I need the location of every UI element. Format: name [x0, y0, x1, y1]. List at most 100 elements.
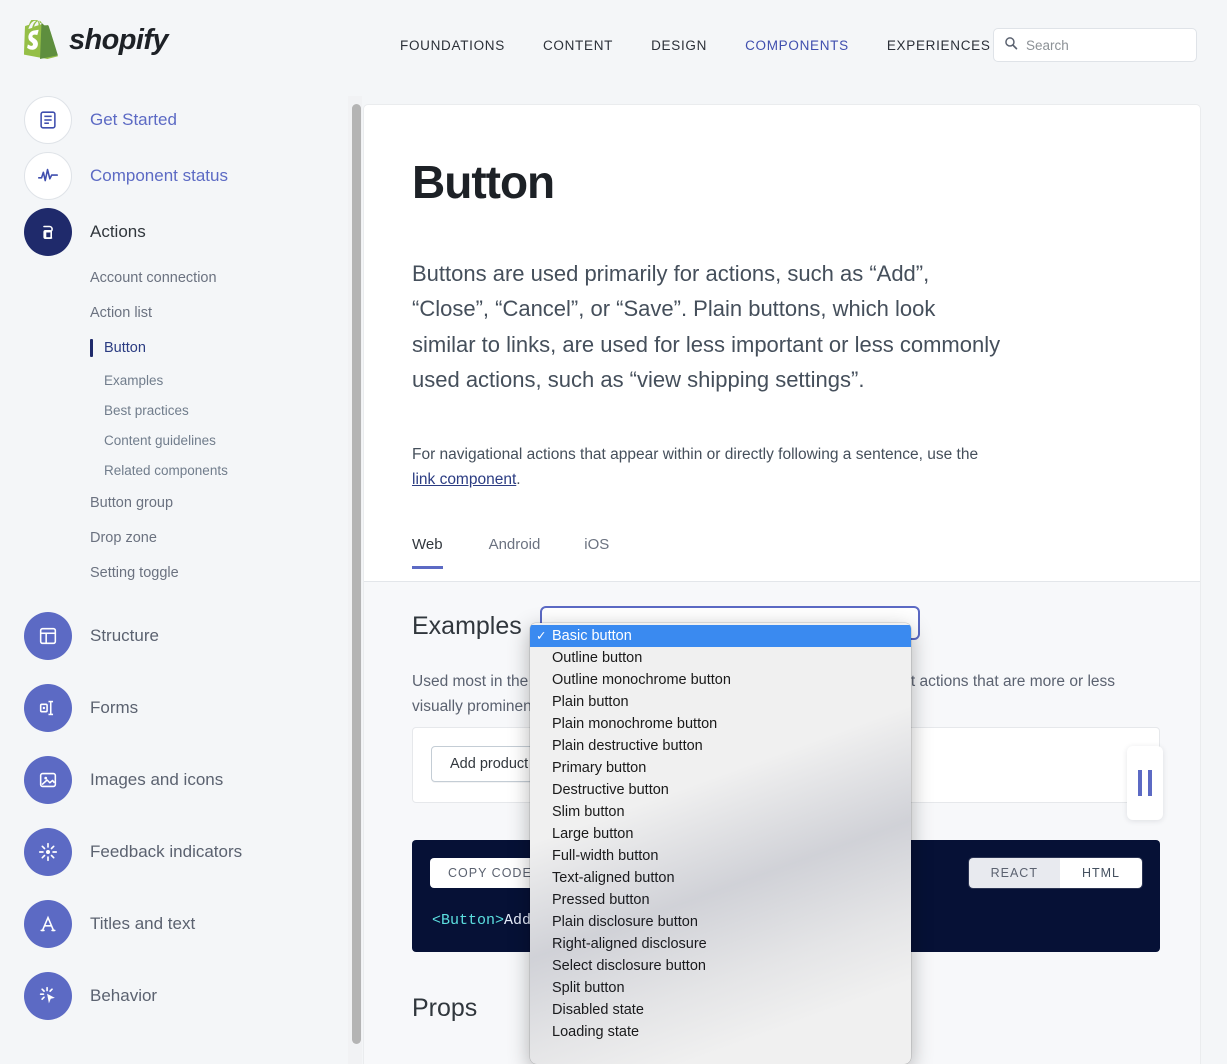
dropdown-option-label: Plain destructive button [552, 738, 703, 754]
dropdown-option-label: Plain monochrome button [552, 716, 718, 732]
sidebar-item-content-guidelines[interactable]: Content guidelines [0, 425, 352, 455]
sidebar-item-setting-toggle[interactable]: Setting toggle [0, 555, 352, 590]
tab-active-underline [412, 566, 443, 569]
sidebar-label-behavior: Behavior [90, 986, 158, 1005]
sidebar-item-drop-zone[interactable]: Drop zone [0, 520, 352, 555]
dropdown-option[interactable]: ✓ Basic button [530, 625, 911, 647]
sidebar-item-action-list[interactable]: Action list [0, 295, 352, 330]
lang-toggle-react[interactable]: REACT [968, 858, 1060, 888]
image-icon [24, 756, 72, 804]
dropdown-option[interactable]: Pressed button [530, 889, 911, 911]
dropdown-option[interactable]: Large button [530, 823, 911, 845]
sidebar-item-account-connection[interactable]: Account connection [0, 260, 352, 295]
sidebar-item-structure[interactable]: Structure [0, 600, 352, 672]
dropdown-option-label: Disabled state [552, 1002, 644, 1018]
actions-cursor-icon [24, 208, 72, 256]
search-placeholder: Search [1026, 37, 1069, 53]
dropdown-option[interactable]: Outline button [530, 647, 911, 669]
dropdown-option[interactable]: Full-width button [530, 845, 911, 867]
dropdown-option-label: Outline button [552, 650, 643, 666]
pause-icon [1138, 770, 1152, 796]
pulse-wave-icon [24, 152, 72, 200]
topnav-item-foundations[interactable]: FOUNDATIONS [400, 38, 524, 53]
sidebar-item-titles-and-text[interactable]: Titles and text [0, 888, 352, 960]
sidebar-item-button-group[interactable]: Button group [0, 485, 352, 520]
platform-tabs: Web Android iOS [412, 536, 631, 569]
topnav-item-experiences[interactable]: EXPERIENCES [868, 38, 1010, 53]
document-lines-icon [24, 96, 72, 144]
sidebar-item-button[interactable]: Button [0, 330, 352, 365]
sidebar-label-feedback-indicators: Feedback indicators [90, 842, 243, 861]
shopify-bag-logo-icon [24, 18, 60, 60]
dropdown-option[interactable]: Right-aligned disclosure [530, 933, 911, 955]
checkmark-icon: ✓ [536, 629, 547, 643]
tab-android[interactable]: Android [467, 536, 563, 569]
dropdown-option-label: Plain button [552, 694, 629, 710]
dropdown-option[interactable]: Split button [530, 977, 911, 999]
lead-paragraph: Buttons are used primarily for actions, … [412, 260, 1001, 393]
sidebar-label-structure: Structure [90, 626, 159, 645]
shopify-logo[interactable]: shopify [24, 18, 169, 60]
sidebar-label-forms: Forms [90, 698, 139, 717]
language-toggle: REACT HTML [968, 858, 1142, 888]
sub-paragraph-period: . [516, 471, 521, 489]
tab-ios[interactable]: iOS [562, 536, 631, 569]
sidebar-item-component-status[interactable]: Component status [0, 148, 352, 204]
topnav-item-design[interactable]: DESIGN [632, 38, 726, 53]
dropdown-option[interactable]: Select disclosure button [530, 955, 911, 977]
dropdown-option-label: Destructive button [552, 782, 669, 798]
shopify-wordmark: shopify [69, 23, 169, 56]
topnav-item-content[interactable]: CONTENT [524, 38, 632, 53]
search-input[interactable]: Search [993, 28, 1197, 62]
tab-android-label: Android [488, 536, 541, 553]
tab-ios-label: iOS [584, 536, 610, 553]
sidebar-item-images-and-icons[interactable]: Images and icons [0, 744, 352, 816]
dropdown-option-label: Split button [552, 980, 625, 996]
sidebar-item-forms[interactable]: Forms [0, 672, 352, 744]
sidebar-item-best-practices[interactable]: Best practices [0, 395, 352, 425]
dropdown-option[interactable]: Plain disclosure button [530, 911, 911, 933]
layout-panel-icon [24, 612, 72, 660]
sidebar-label-titles-and-text: Titles and text [90, 914, 196, 933]
search-icon [1004, 36, 1018, 55]
sidebar-label-account-connection: Account connection [90, 269, 217, 286]
sidebar-item-get-started[interactable]: Get Started [0, 92, 352, 148]
sidebar-item-examples[interactable]: Examples [0, 365, 352, 395]
variant-dropdown-list[interactable]: ✓ Basic button Outline button Outline mon… [530, 623, 911, 1064]
sidebar-label-drop-zone: Drop zone [90, 529, 157, 546]
dropdown-option[interactable]: Plain button [530, 691, 911, 713]
form-field-icon [24, 684, 72, 732]
tab-divider [364, 581, 1200, 582]
sidebar-item-behavior[interactable]: Behavior [0, 960, 352, 1032]
sidebar-label-setting-toggle: Setting toggle [90, 564, 179, 581]
letter-a-icon [24, 900, 72, 948]
lang-toggle-html[interactable]: HTML [1059, 858, 1142, 888]
sidebar-item-actions[interactable]: Actions [0, 204, 352, 260]
code-tag: <Button> [432, 912, 505, 929]
dropdown-option[interactable]: Text-aligned button [530, 867, 911, 889]
dropdown-option-label: Slim button [552, 804, 625, 820]
active-indicator-bar [90, 338, 93, 357]
dropdown-option[interactable]: Plain monochrome button [530, 713, 911, 735]
link-component-link[interactable]: link component [412, 471, 516, 488]
dropdown-option[interactable]: Slim button [530, 801, 911, 823]
sidebar-item-related-components[interactable]: Related components [0, 455, 352, 485]
sidebar: Get Started Component status Actions Acc… [0, 92, 352, 1064]
scrollbar-thumb[interactable] [352, 104, 361, 1044]
sidebar-item-feedback-indicators[interactable]: Feedback indicators [0, 816, 352, 888]
top-bar: shopify FOUNDATIONS CONTENT DESIGN COMPO… [0, 0, 1227, 92]
top-navigation: FOUNDATIONS CONTENT DESIGN COMPONENTS EX… [400, 38, 1010, 53]
dropdown-option[interactable]: Plain destructive button [530, 735, 911, 757]
topnav-item-components[interactable]: COMPONENTS [726, 38, 868, 53]
dropdown-option[interactable]: Destructive button [530, 779, 911, 801]
dropdown-option[interactable]: Disabled state [530, 999, 911, 1021]
sidebar-label-examples: Examples [104, 372, 164, 388]
pause-animation-button[interactable] [1127, 746, 1163, 820]
dropdown-option[interactable]: Loading state [530, 1021, 911, 1043]
sidebar-label-best-practices: Best practices [104, 402, 189, 418]
dropdown-option[interactable]: Primary button [530, 757, 911, 779]
tab-web[interactable]: Web [412, 536, 467, 569]
dropdown-option-label: Full-width button [552, 848, 659, 864]
dropdown-option-label: Text-aligned button [552, 870, 675, 886]
dropdown-option[interactable]: Outline monochrome button [530, 669, 911, 691]
